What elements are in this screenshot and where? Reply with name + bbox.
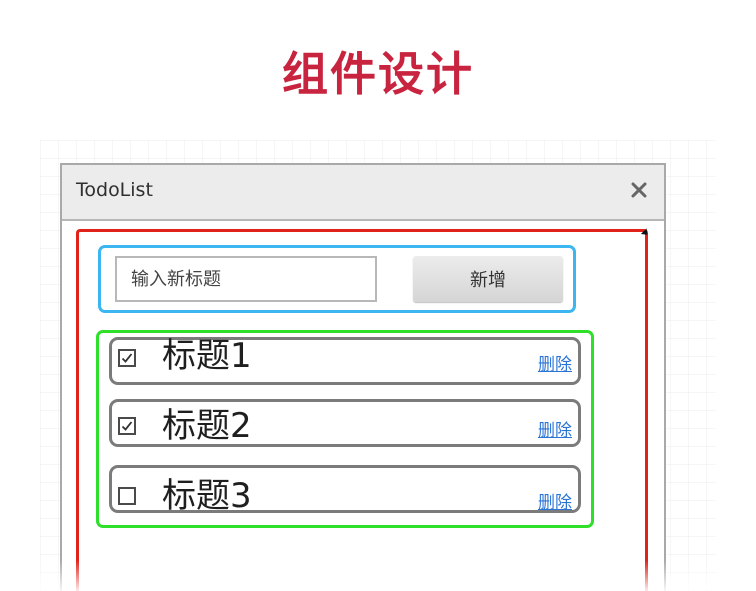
todo-item-label: 标题3 <box>162 476 252 516</box>
add-button[interactable]: 新增 <box>413 256 563 302</box>
checkbox-unchecked-icon[interactable] <box>118 487 136 505</box>
checkbox-checked-icon[interactable] <box>118 349 136 367</box>
checkbox-checked-icon[interactable] <box>118 417 136 435</box>
list-component-frame: 标题1 删除 标题2 删除 标题3 删除 <box>96 330 594 528</box>
slide-title: 组件设计 <box>282 47 474 101</box>
todolist-window: TodoList 新增 标题1 删除 <box>60 163 666 591</box>
todo-item-label: 标题1 <box>162 336 252 376</box>
todo-item-3: 标题3 删除 <box>109 465 581 516</box>
close-icon[interactable] <box>628 179 650 201</box>
window-titlebar: TodoList <box>62 165 664 221</box>
todo-item-2: 标题2 删除 <box>109 399 581 447</box>
header-component-frame: 新增 <box>98 245 576 313</box>
bottom-fade <box>40 560 716 591</box>
todo-item-1: 标题1 删除 <box>109 336 581 385</box>
window-title: TodoList <box>76 179 153 201</box>
delete-link[interactable]: 删除 <box>538 416 572 441</box>
todo-item-label: 标题2 <box>162 406 252 446</box>
delete-link[interactable]: 删除 <box>538 350 572 375</box>
slide: 组件设计 TodoList 新增 标题1 删除 <box>0 0 756 591</box>
title-input[interactable] <box>115 256 377 302</box>
delete-link[interactable]: 删除 <box>538 488 572 513</box>
